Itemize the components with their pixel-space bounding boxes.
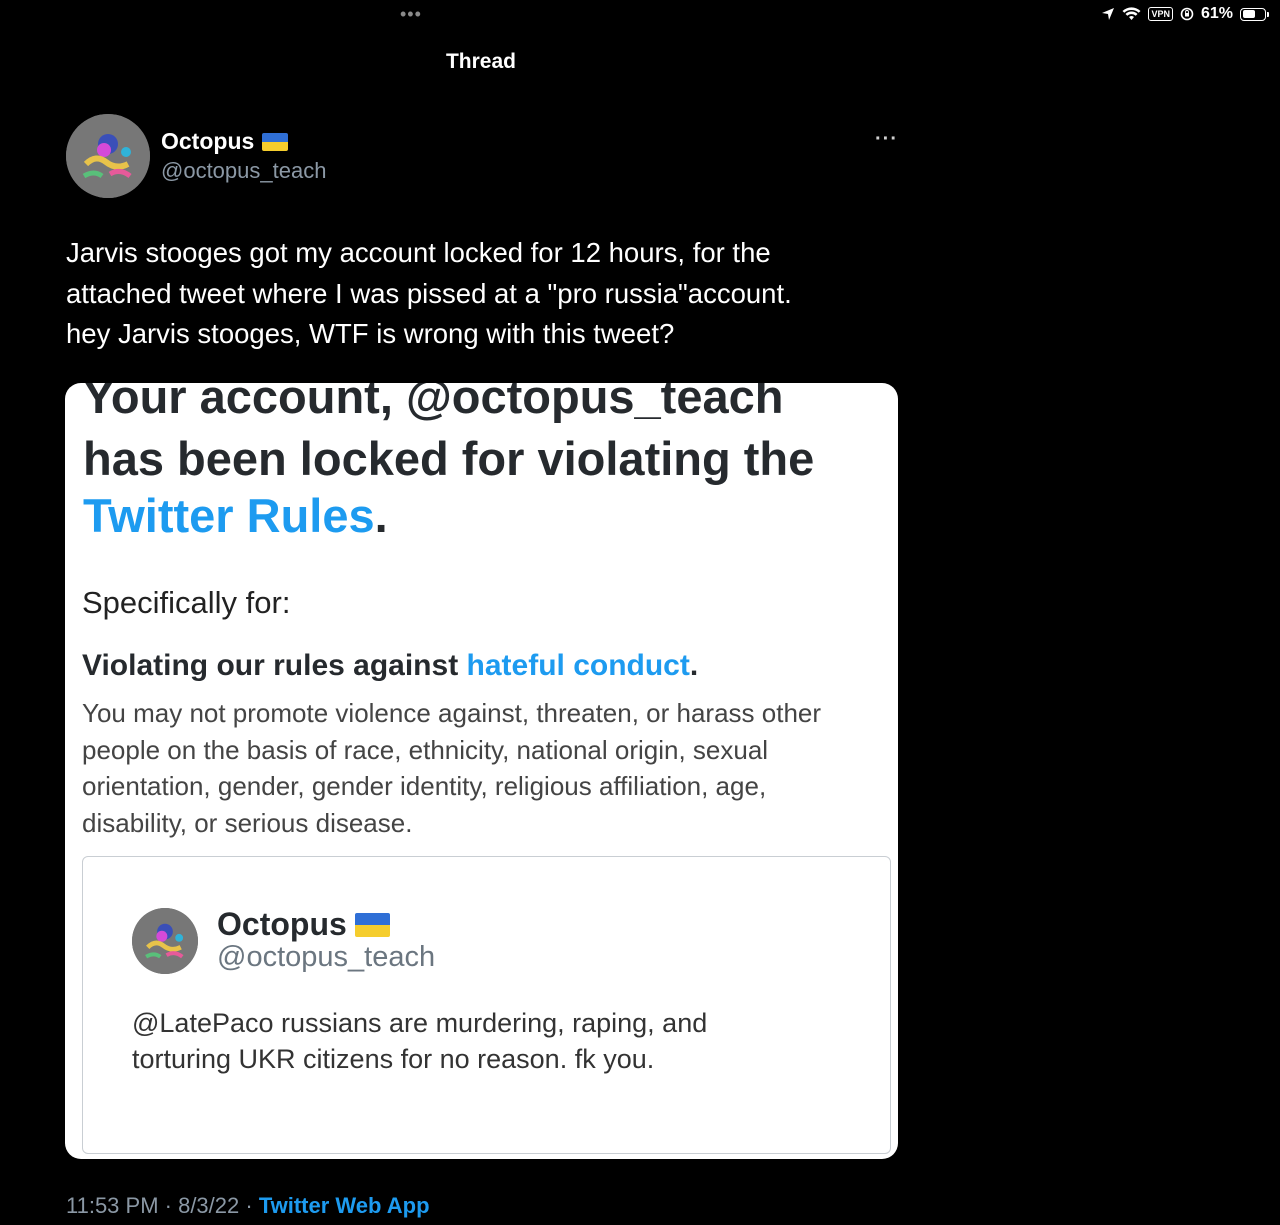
violation-heading: Violating our rules against hateful cond… xyxy=(82,649,698,683)
ukraine-flag-icon xyxy=(354,912,390,937)
multitask-dots-icon[interactable]: ••• xyxy=(400,4,422,25)
tweet-text-line: attached tweet where I was pissed at a "… xyxy=(66,277,792,309)
status-bar: VPN 61% xyxy=(1101,5,1269,23)
rule-description: You may not promote violence against, th… xyxy=(82,695,897,841)
lock-notice-line: Twitter Rules. xyxy=(83,488,388,543)
vpn-badge: VPN xyxy=(1148,7,1173,21)
lock-period: . xyxy=(374,489,388,542)
specifically-label: Specifically for: xyxy=(82,585,291,620)
quoted-tweet: Octopus @octopus_teach @LatePaco russian… xyxy=(82,856,891,1154)
quoted-avatar xyxy=(132,908,198,974)
tweet-text-line: Jarvis stooges got my account locked for… xyxy=(66,237,771,268)
hateful-conduct-link: hateful conduct xyxy=(466,649,690,682)
quoted-text-line: torturing UKR citizens for no reason. fk… xyxy=(132,1044,655,1074)
rule-line: disability, or serious disease. xyxy=(82,807,413,838)
twitter-rules-link: Twitter Rules xyxy=(83,489,375,542)
orientation-lock-icon xyxy=(1180,7,1194,21)
quoted-text-line: @LatePaco russians are murdering, raping… xyxy=(132,1008,708,1038)
quoted-tweet-text: @LatePaco russians are murdering, raping… xyxy=(132,1005,707,1077)
lock-notice-line: Your account, @octopus_teach xyxy=(83,383,784,423)
timestamp-text: 11:53 PM · 8/3/22 · xyxy=(66,1193,259,1218)
wifi-icon xyxy=(1122,7,1141,21)
tweet-image[interactable]: Your account, @octopus_teach has been lo… xyxy=(65,383,898,1159)
quoted-author-name: Octopus xyxy=(217,906,390,943)
more-options-icon[interactable]: ··· xyxy=(875,128,898,151)
violation-prefix: Violating our rules against xyxy=(82,649,467,682)
author-name-text: Octopus xyxy=(161,128,255,154)
ukraine-flag-icon xyxy=(262,132,289,151)
source-link[interactable]: Twitter Web App xyxy=(259,1193,430,1218)
tweet-text: Jarvis stooges got my account locked for… xyxy=(66,233,926,355)
page-title: Thread xyxy=(445,50,516,73)
lock-notice-line: has been locked for violating the xyxy=(83,432,815,485)
author-handle[interactable]: @octopus_teach xyxy=(161,158,326,184)
author-name[interactable]: Octopus xyxy=(161,128,289,155)
battery-icon xyxy=(1240,7,1269,21)
tweet-text-line: hey Jarvis stooges, WTF is wrong with th… xyxy=(66,318,675,349)
rule-line: orientation, gender, gender identity, re… xyxy=(82,771,767,801)
avatar[interactable] xyxy=(66,114,150,198)
battery-level-fill xyxy=(1242,10,1255,18)
tweet-timestamp: 11:53 PM · 8/3/22 · Twitter Web App xyxy=(66,1193,430,1219)
quoted-author-handle: @octopus_teach xyxy=(217,941,436,973)
quoted-name-text: Octopus xyxy=(217,906,347,942)
battery-percent: 61% xyxy=(1200,5,1233,22)
location-arrow-icon xyxy=(1101,7,1115,21)
rule-line: You may not promote violence against, th… xyxy=(82,698,822,728)
violation-period: . xyxy=(689,649,699,682)
rule-line: people on the basis of race, ethnicity, … xyxy=(82,734,769,765)
